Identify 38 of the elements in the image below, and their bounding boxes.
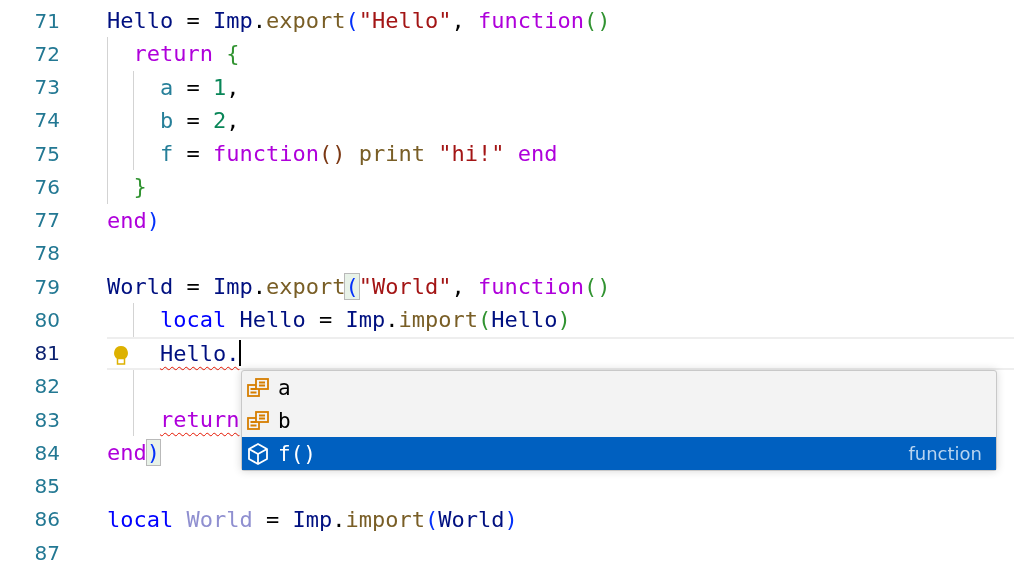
line-number: 72 — [33, 41, 60, 66]
line-number: 81 — [33, 341, 60, 366]
code-line: return { — [133, 41, 240, 67]
code-line: } — [133, 174, 147, 200]
line-number: 82 — [33, 374, 60, 399]
code-line: end) — [107, 440, 160, 466]
cube-icon — [246, 441, 270, 466]
code-line: b = 2, — [159, 107, 240, 133]
line-number: 73 — [33, 75, 60, 100]
line-number: 86 — [33, 507, 60, 532]
suggestion-item[interactable]: a — [242, 371, 996, 404]
line-number: 84 — [33, 440, 60, 465]
note-stack-icon — [246, 375, 270, 400]
code-line: local Hello = Imp.import(Hello) — [159, 307, 571, 333]
suggestion-detail: function — [908, 443, 983, 464]
line-number: 78 — [33, 241, 60, 266]
code-line: return — [159, 407, 240, 433]
line-number: 87 — [33, 540, 60, 565]
line-number: 74 — [33, 108, 60, 133]
code-line: Hello. — [159, 340, 240, 366]
line-number: 85 — [33, 474, 60, 499]
suggestion-item[interactable]: b — [242, 404, 996, 437]
code-line: World = Imp.export("World", function() — [107, 274, 611, 300]
line-number: 79 — [33, 274, 60, 299]
code-line: f = function() print "hi!" end — [159, 141, 558, 167]
code-line: a = 1, — [159, 74, 240, 100]
lightbulb-icon[interactable] — [112, 344, 130, 367]
line-number: 83 — [33, 407, 60, 432]
line-number: 76 — [33, 174, 60, 199]
line-number: 71 — [33, 8, 60, 33]
code-line: end) — [107, 207, 160, 233]
line-number: 77 — [33, 208, 60, 233]
note-stack-icon — [246, 408, 270, 433]
suggestion-item[interactable]: f() function — [242, 437, 996, 470]
code-line: local World = Imp.import(World) — [107, 506, 518, 532]
code-line: Hello = Imp.export("Hello", function() — [107, 8, 611, 34]
line-number: 80 — [33, 307, 60, 332]
line-number: 75 — [33, 141, 60, 166]
